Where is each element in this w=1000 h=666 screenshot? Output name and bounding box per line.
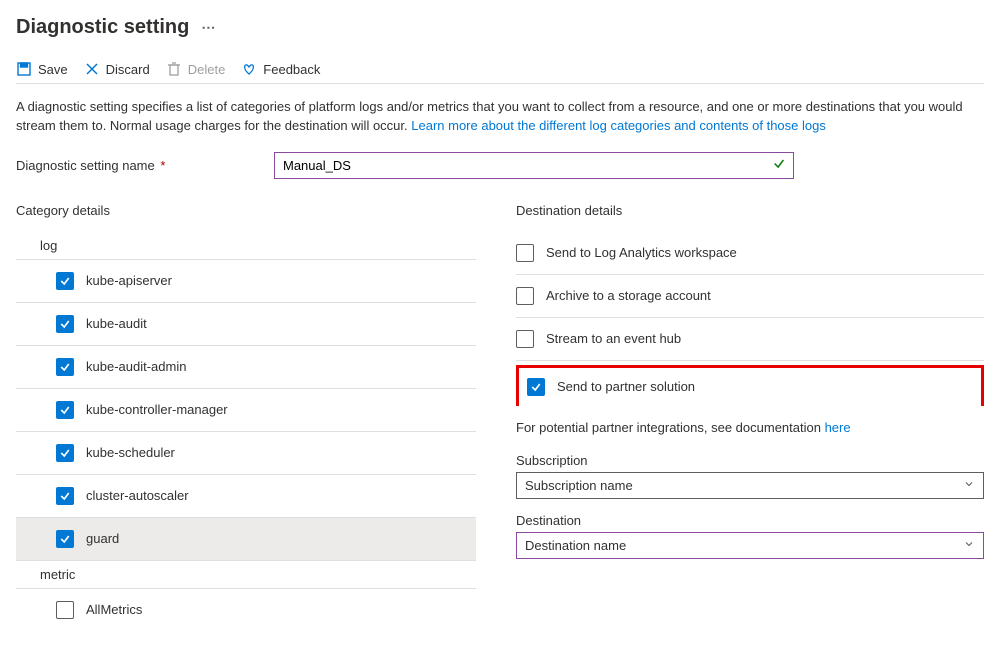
category-row[interactable]: cluster-autoscaler [16, 475, 476, 518]
name-label: Diagnostic setting name * [16, 158, 274, 173]
destination-select[interactable]: Destination name [516, 532, 984, 559]
destination-row[interactable]: Send to partner solution [516, 365, 984, 406]
destination-row[interactable]: Send to Log Analytics workspace [516, 232, 984, 275]
partner-note: For potential partner integrations, see … [516, 420, 984, 435]
destination-label: Send to partner solution [557, 379, 695, 394]
category-row[interactable]: kube-scheduler [16, 432, 476, 475]
destination-column: Destination details Send to Log Analytic… [516, 203, 984, 631]
category-label: kube-audit [86, 316, 147, 331]
category-row[interactable]: kube-audit [16, 303, 476, 346]
page-title-text: Diagnostic setting [16, 16, 189, 39]
chevron-down-icon [963, 538, 975, 553]
destination-checkbox[interactable] [527, 378, 545, 396]
destination-row[interactable]: Stream to an event hub [516, 318, 984, 361]
category-row[interactable]: kube-controller-manager [16, 389, 476, 432]
chevron-down-icon [963, 478, 975, 493]
destination-label: Stream to an event hub [546, 331, 681, 346]
destination-label: Destination [516, 513, 984, 528]
category-checkbox[interactable] [56, 530, 74, 548]
category-label: kube-scheduler [86, 445, 175, 460]
feedback-button[interactable]: Feedback [241, 61, 320, 77]
feedback-label: Feedback [263, 62, 320, 77]
group-metric-heading: metric [16, 561, 476, 589]
category-row[interactable]: kube-audit-admin [16, 346, 476, 389]
category-checkbox[interactable] [56, 401, 74, 419]
more-icon[interactable]: ⋯ [201, 19, 216, 36]
category-label: guard [86, 531, 119, 546]
name-input-wrap [274, 152, 794, 179]
diagnostic-setting-name-input[interactable] [274, 152, 794, 179]
category-checkbox[interactable] [56, 272, 74, 290]
required-asterisk: * [160, 158, 165, 173]
destination-checkbox[interactable] [516, 244, 534, 262]
category-label: kube-apiserver [86, 273, 172, 288]
subscription-select[interactable]: Subscription name [516, 472, 984, 499]
save-button[interactable]: Save [16, 61, 68, 77]
heart-icon [241, 61, 257, 77]
toolbar: Save Discard Delete Feedback [16, 55, 984, 84]
destination-label: Archive to a storage account [546, 288, 711, 303]
page-title: Diagnostic setting ⋯ [16, 16, 984, 39]
metric-label: AllMetrics [86, 602, 142, 617]
close-icon [84, 61, 100, 77]
discard-label: Discard [106, 62, 150, 77]
discard-button[interactable]: Discard [84, 61, 150, 77]
metric-row[interactable]: AllMetrics [16, 589, 476, 631]
category-checkbox[interactable] [56, 487, 74, 505]
category-row[interactable]: kube-apiserver [16, 260, 476, 303]
category-checkbox[interactable] [56, 315, 74, 333]
delete-button: Delete [166, 61, 226, 77]
destination-label: Send to Log Analytics workspace [546, 245, 737, 260]
category-label: kube-controller-manager [86, 402, 228, 417]
category-label: cluster-autoscaler [86, 488, 189, 503]
save-icon [16, 61, 32, 77]
subscription-label: Subscription [516, 453, 984, 468]
category-label: kube-audit-admin [86, 359, 186, 374]
category-row[interactable]: guard [16, 518, 476, 561]
destination-checkbox[interactable] [516, 287, 534, 305]
description-text: A diagnostic setting specifies a list of… [16, 98, 984, 136]
metric-checkbox[interactable] [56, 601, 74, 619]
destination-checkbox[interactable] [516, 330, 534, 348]
check-icon [772, 157, 786, 174]
subscription-value: Subscription name [525, 478, 633, 493]
trash-icon [166, 61, 182, 77]
delete-label: Delete [188, 62, 226, 77]
destination-heading: Destination details [516, 203, 984, 218]
name-row: Diagnostic setting name * [16, 152, 984, 179]
group-log-heading: log [16, 232, 476, 260]
destination-row[interactable]: Archive to a storage account [516, 275, 984, 318]
description-link[interactable]: Learn more about the different log categ… [411, 118, 826, 133]
category-heading: Category details [16, 203, 476, 218]
partner-doc-link[interactable]: here [825, 420, 851, 435]
category-column: Category details log kube-apiserver kube-… [16, 203, 476, 631]
destination-value: Destination name [525, 538, 626, 553]
category-checkbox[interactable] [56, 444, 74, 462]
save-label: Save [38, 62, 68, 77]
category-checkbox[interactable] [56, 358, 74, 376]
